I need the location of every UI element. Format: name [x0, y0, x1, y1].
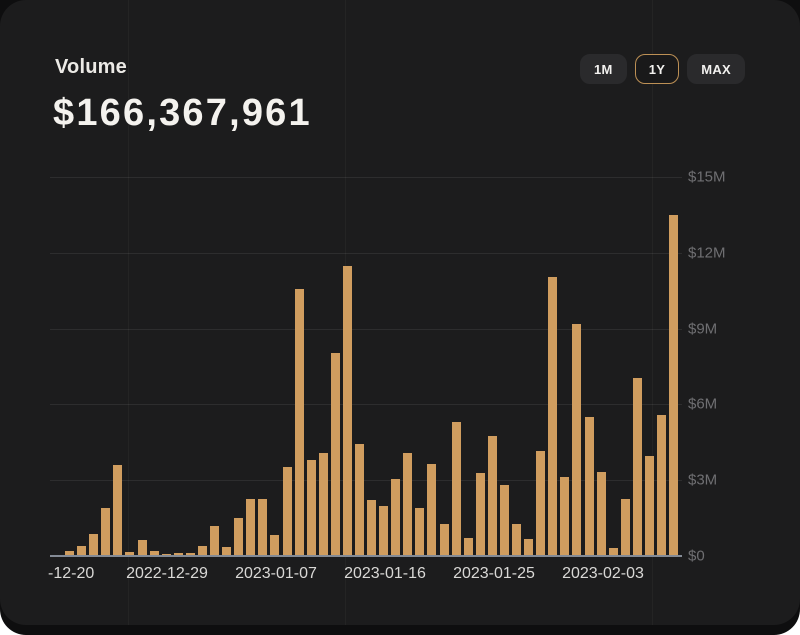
- range-button-max[interactable]: MAX: [687, 54, 745, 84]
- y-tick-label: $0: [688, 548, 705, 565]
- volume-bar[interactable]: [512, 524, 521, 556]
- volume-bar[interactable]: [319, 453, 328, 556]
- volume-bar[interactable]: [138, 540, 147, 556]
- x-tick-label: 2022-12-29: [126, 565, 208, 583]
- volume-bar[interactable]: [343, 266, 352, 556]
- volume-bar[interactable]: [488, 436, 497, 556]
- volume-bar[interactable]: [669, 215, 678, 556]
- volume-bar[interactable]: [258, 499, 267, 556]
- volume-bar[interactable]: [391, 479, 400, 556]
- volume-bar[interactable]: [234, 518, 243, 556]
- screenshot-stage: Volume $166,367,961 1M 1Y MAX $15M $12M $9…: [0, 0, 800, 635]
- volume-bar[interactable]: [307, 460, 316, 556]
- volume-bar[interactable]: [210, 526, 219, 556]
- volume-bar-chart: [53, 177, 681, 556]
- x-tick-label: -12-20: [48, 565, 94, 583]
- volume-bar[interactable]: [113, 465, 122, 556]
- y-tick-label: $9M: [688, 320, 717, 337]
- y-tick-label: $15M: [688, 169, 726, 186]
- volume-bar[interactable]: [560, 477, 569, 556]
- range-selector: 1M 1Y MAX: [580, 54, 745, 84]
- y-axis-labels: $15M$12M$9M$6M$3M$0: [688, 177, 748, 556]
- volume-bar[interactable]: [476, 473, 485, 556]
- volume-bar[interactable]: [415, 508, 424, 556]
- x-axis-labels: -12-20 2022-12-29 2023-01-07 2023-01-16 2023…: [48, 565, 752, 587]
- volume-bar[interactable]: [536, 451, 545, 556]
- volume-bar[interactable]: [355, 444, 364, 556]
- volume-bar[interactable]: [246, 499, 255, 556]
- volume-bar[interactable]: [427, 464, 436, 556]
- x-tick-label: 2023-01-16: [344, 565, 426, 583]
- chart-title: Volume: [55, 56, 127, 79]
- volume-bar[interactable]: [524, 539, 533, 556]
- volume-bar[interactable]: [621, 499, 630, 556]
- volume-bar[interactable]: [645, 456, 654, 556]
- volume-bar[interactable]: [379, 506, 388, 556]
- volume-bar[interactable]: [464, 538, 473, 556]
- volume-bar[interactable]: [295, 289, 304, 556]
- range-button-1m[interactable]: 1M: [580, 54, 627, 84]
- x-tick-label: 2023-01-25: [453, 565, 535, 583]
- volume-bar[interactable]: [101, 508, 110, 556]
- volume-bar[interactable]: [331, 353, 340, 556]
- range-button-1y[interactable]: 1Y: [635, 54, 680, 84]
- volume-bar[interactable]: [548, 277, 557, 556]
- x-axis-line: [50, 555, 682, 557]
- y-tick-label: $12M: [688, 244, 726, 261]
- volume-bar[interactable]: [270, 535, 279, 556]
- y-tick-label: $6M: [688, 396, 717, 413]
- x-tick-label: 2023-01-07: [235, 565, 317, 583]
- volume-bar[interactable]: [657, 415, 666, 556]
- volume-bar[interactable]: [500, 485, 509, 556]
- volume-bar[interactable]: [89, 534, 98, 556]
- volume-bar[interactable]: [403, 453, 412, 556]
- volume-bar[interactable]: [633, 378, 642, 556]
- volume-bar[interactable]: [452, 422, 461, 556]
- volume-total-value: $166,367,961: [53, 92, 312, 135]
- volume-bar[interactable]: [283, 467, 292, 556]
- volume-bar[interactable]: [440, 524, 449, 556]
- y-tick-label: $3M: [688, 472, 717, 489]
- x-tick-label: 2023-02-03: [562, 565, 644, 583]
- volume-bar[interactable]: [585, 417, 594, 557]
- volume-bar[interactable]: [597, 472, 606, 556]
- volume-bar[interactable]: [572, 324, 581, 556]
- volume-chart-card: Volume $166,367,961 1M 1Y MAX $15M $12M $9…: [0, 0, 800, 625]
- volume-bar[interactable]: [367, 500, 376, 556]
